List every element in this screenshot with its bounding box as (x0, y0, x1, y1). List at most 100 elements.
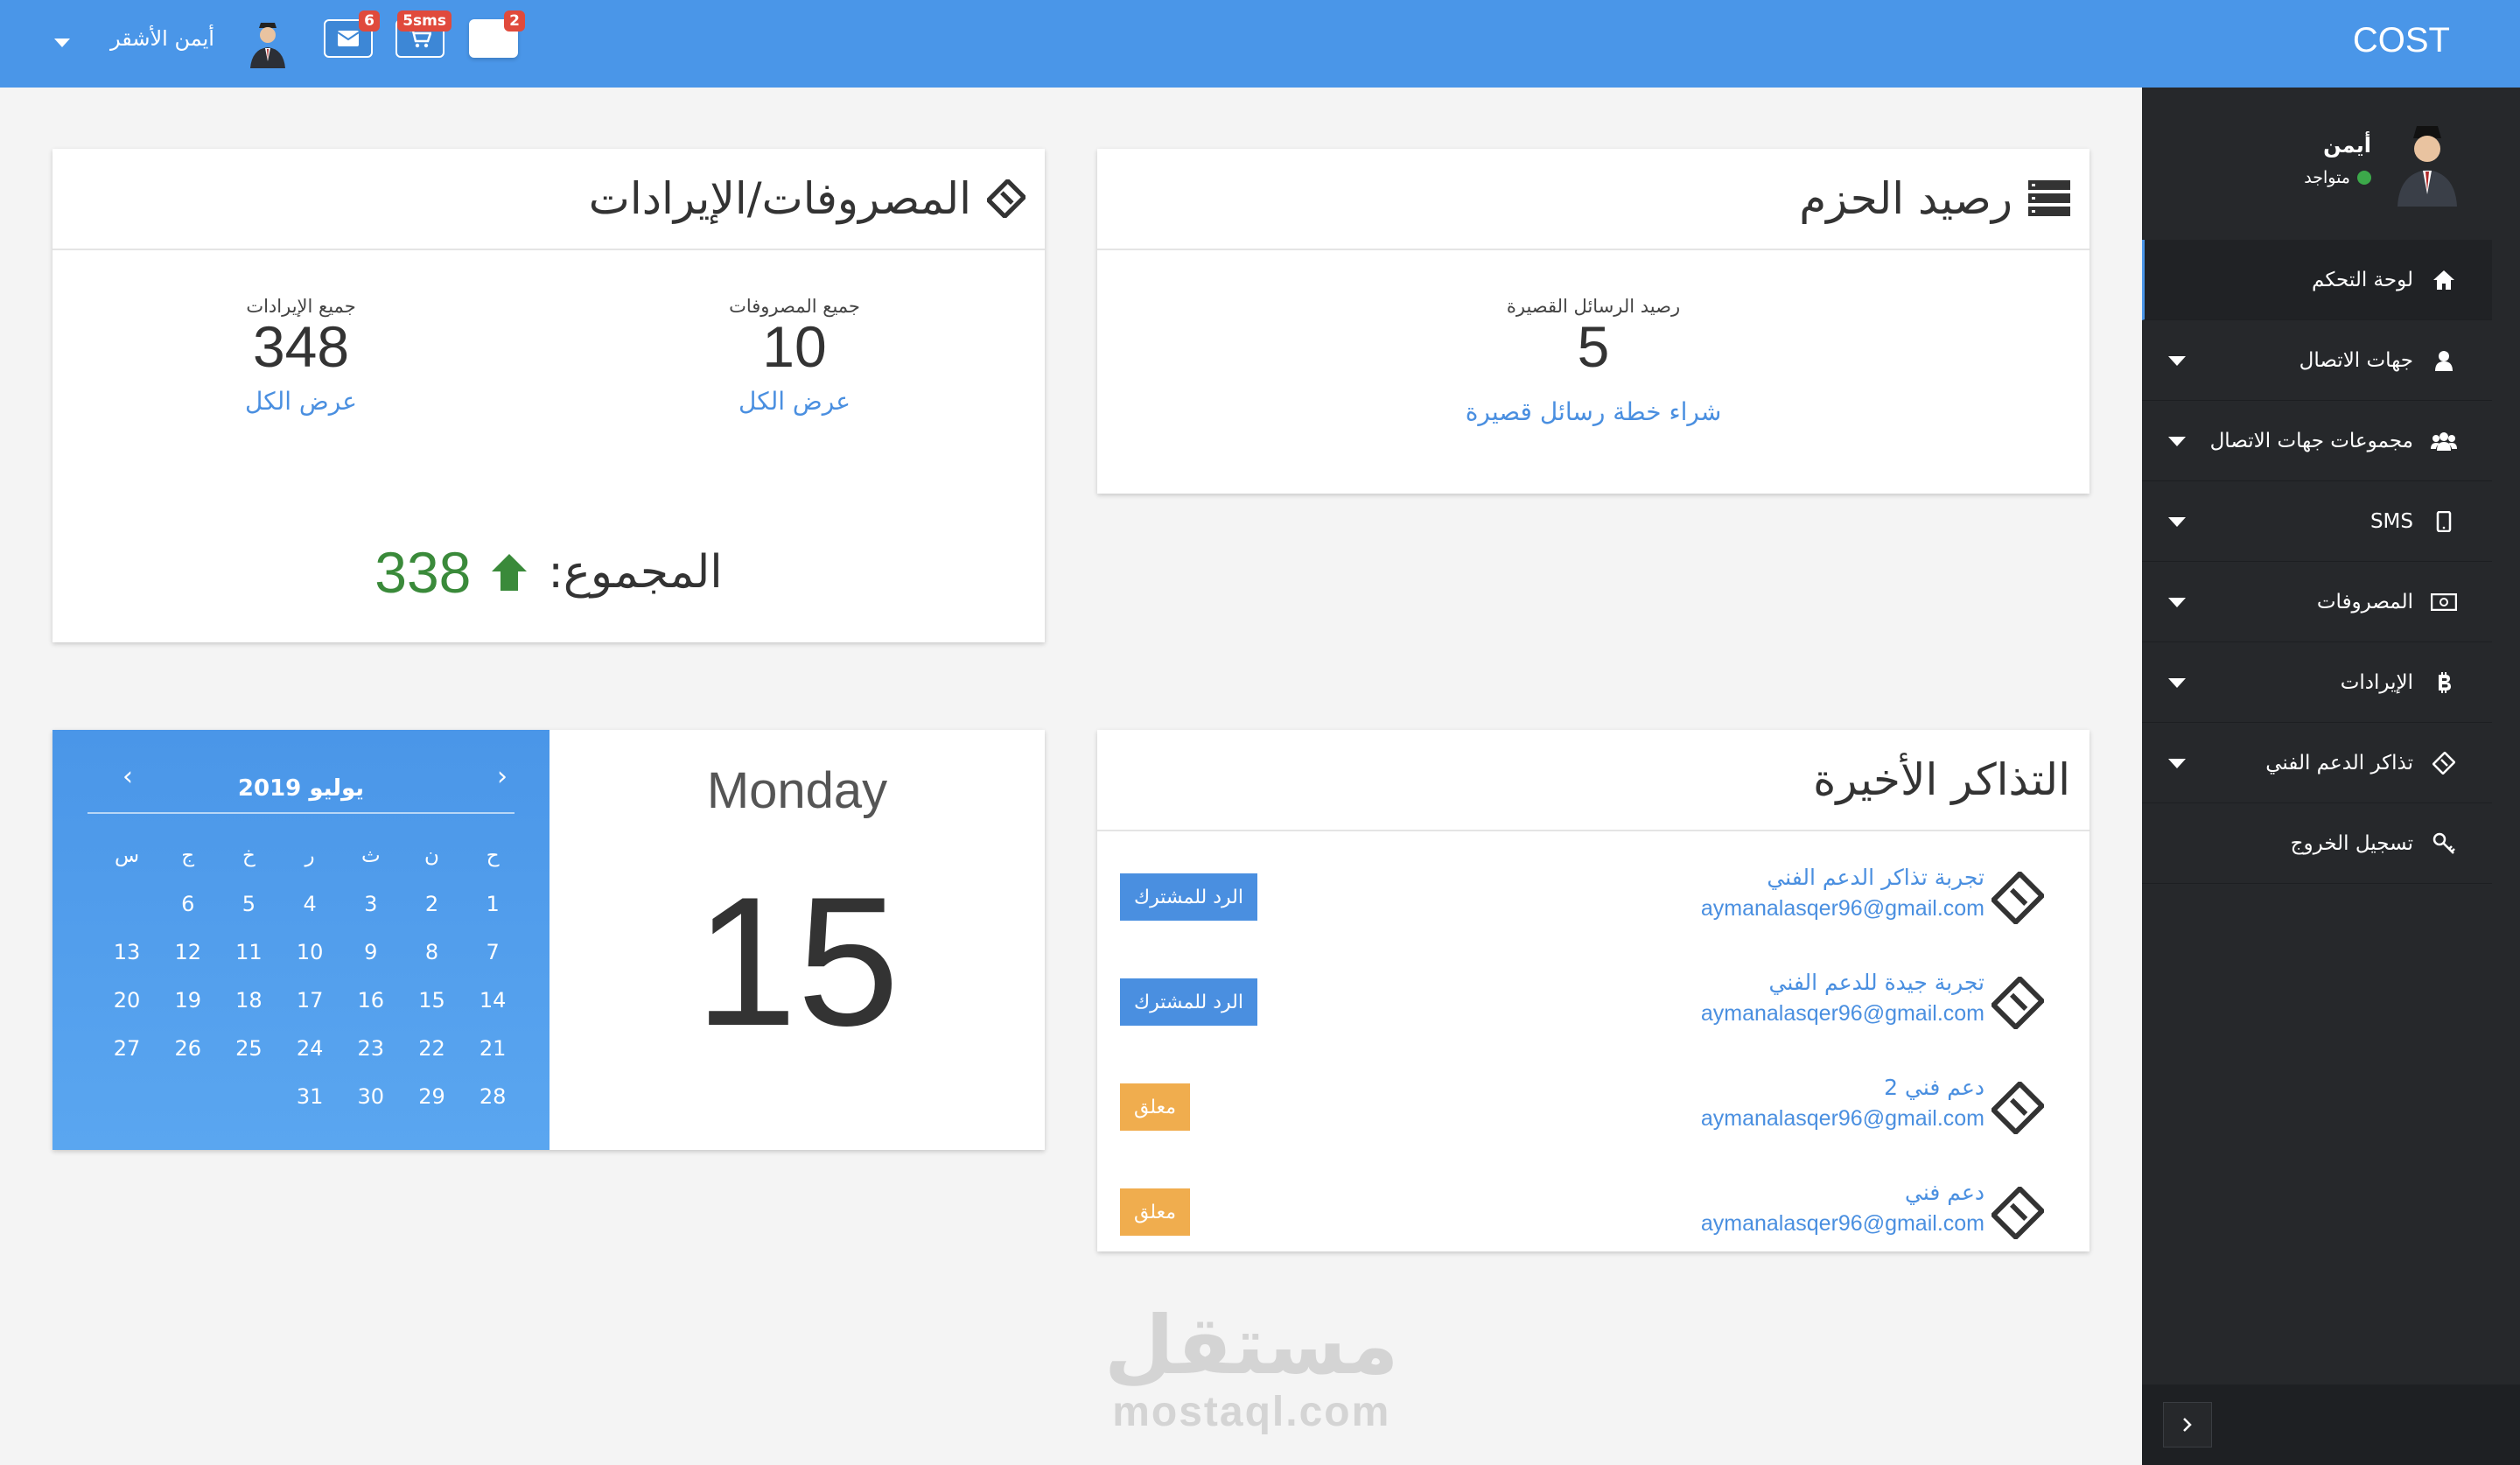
total-value: 338 (374, 540, 472, 605)
calendar-next-month-icon[interactable]: › (497, 761, 508, 792)
profile-avatar (2390, 119, 2464, 207)
top-header: COST أيمن الأشقر 6 5sms 2 (0, 0, 2520, 88)
user-avatar[interactable] (247, 19, 289, 68)
calendar-day[interactable]: 20 (96, 988, 158, 1013)
calendar-day[interactable]: 7 (462, 940, 523, 964)
buy-sms-plan-link[interactable]: شراء خطة رسائل قصيرة (1097, 397, 2090, 426)
card-divider (52, 249, 1045, 250)
ticket-row[interactable]: تجربة تذاكر الدعم الفني aymanalasqer96@g… (1097, 854, 2090, 959)
sidebar-item-income[interactable]: الإيرادات (2142, 642, 2492, 723)
calendar-day[interactable]: 21 (462, 1036, 523, 1061)
calendar-day[interactable]: 19 (158, 988, 219, 1013)
calendar-weekday: ج (181, 844, 195, 867)
calendar-day[interactable]: 9 (340, 940, 402, 964)
calendar-day[interactable]: 31 (279, 1084, 340, 1109)
calendar-day[interactable]: 1 (462, 892, 523, 916)
ticket-status-button[interactable]: الرد للمشترك (1120, 873, 1257, 921)
net-total: المجموع: 338 (52, 539, 1045, 606)
credit-card-button[interactable]: 2 (469, 11, 525, 58)
sidebar-item-sms[interactable]: SMS (2142, 481, 2492, 562)
calendar-day[interactable]: 17 (279, 988, 340, 1013)
ticket-title-link[interactable]: تجربة جيدة للدعم الفني (1769, 970, 1984, 995)
calendar-weekday: ح (486, 844, 500, 867)
income-view-all-link[interactable]: عرض الكل (170, 387, 432, 416)
calendar-day[interactable]: 4 (279, 892, 340, 916)
ticket-title-link[interactable]: تجربة تذاكر الدعم الفني (1767, 865, 1984, 890)
sidebar-item-contacts[interactable]: جهات الاتصال (2142, 320, 2492, 401)
calendar-day[interactable]: 28 (462, 1084, 523, 1109)
ticket-title-link[interactable]: دعم فني (1905, 1180, 1984, 1205)
calendar-day[interactable]: 12 (158, 940, 219, 964)
tablet-icon (2431, 508, 2457, 535)
ticket-status-button[interactable]: معلق (1120, 1188, 1191, 1236)
calendar-day[interactable]: 18 (219, 988, 280, 1013)
chevron-down-icon (2168, 759, 2186, 768)
calendar-week-row: 21 22 23 24 25 26 27 (79, 1024, 523, 1072)
sidebar-item-label: مجموعات جهات الاتصال (2209, 429, 2413, 452)
sidebar-item-logout[interactable]: تسجيل الخروج (2142, 803, 2492, 884)
calendar-day[interactable]: 27 (96, 1036, 158, 1061)
sidebar-item-label: تذاكر الدعم الفني (2265, 751, 2413, 775)
sidebar-item-support-tickets[interactable]: تذاكر الدعم الفني (2142, 723, 2492, 803)
calendar-day[interactable]: 23 (340, 1036, 402, 1061)
ticket-icon (1992, 872, 2044, 924)
cart-button[interactable]: 5sms (396, 11, 452, 58)
calendar-day[interactable]: 24 (279, 1036, 340, 1061)
sidebar: أيمن متواجد لوحة التحكم جهات الاتصال مجم… (2142, 88, 2520, 1465)
sidebar-item-label: SMS (2370, 509, 2413, 533)
calendar-day[interactable]: 3 (340, 892, 402, 916)
ticket-row[interactable]: تجربة جيدة للدعم الفني aymanalasqer96@gm… (1097, 959, 2090, 1064)
calendar-day[interactable]: 30 (340, 1084, 402, 1109)
brand-logo[interactable]: COST (2353, 21, 2450, 60)
ticket-email: aymanalasqer96@gmail.com (1700, 896, 1984, 921)
calendar-day[interactable]: 16 (340, 988, 402, 1013)
expenses-income-title: المصروفات/الإيرادات (589, 173, 1026, 224)
expenses-view-all-link[interactable]: عرض الكل (663, 387, 926, 416)
bitcoin-icon (2431, 669, 2457, 696)
sidebar-item-label: المصروفات (2316, 590, 2413, 613)
ticket-status-button[interactable]: معلق (1120, 1083, 1191, 1131)
ticket-icon (2431, 750, 2457, 776)
watermark-arabic: مستقل (1104, 1299, 1399, 1392)
calendar-day[interactable]: 11 (219, 940, 280, 964)
latest-tickets-title: التذاكر الأخيرة (1813, 754, 2070, 805)
chevron-right-icon (2183, 1418, 2192, 1432)
ticket-status-button[interactable]: الرد للمشترك (1120, 978, 1257, 1026)
ticket-email: aymanalasqer96@gmail.com (1700, 1211, 1984, 1236)
today-panel: Monday 15 (550, 730, 1045, 1150)
latest-tickets-card: التذاكر الأخيرة تجربة تذاكر الدعم الفني … (1097, 730, 2090, 1251)
calendar-month-label: يوليو 2019 (88, 765, 514, 814)
income-stat: جميع الإيرادات 348 عرض الكل (170, 296, 432, 416)
package-balance-card: رصيد الحزم رصيد الرسائل القصيرة 5 شراء خ… (1097, 149, 2090, 494)
calendar-day[interactable]: 25 (219, 1036, 280, 1061)
calendar-weekday: س (114, 844, 140, 867)
calendar-day[interactable]: 29 (402, 1084, 463, 1109)
calendar-day[interactable]: 22 (402, 1036, 463, 1061)
calendar-widget: يوليو 2019 ‹ › ح ن ث ر خ ج س 1 2 3 4 5 6… (52, 730, 550, 1150)
calendar-prev-month-icon[interactable]: ‹ (122, 761, 133, 792)
server-stack-icon (2028, 180, 2070, 216)
users-icon (2431, 428, 2457, 454)
calendar-day[interactable]: 10 (279, 940, 340, 964)
sidebar-collapse-button[interactable] (2163, 1402, 2212, 1447)
ticket-title-link[interactable]: دعم فني 2 (1884, 1075, 1984, 1100)
user-menu-caret-icon[interactable] (54, 39, 70, 47)
calendar-week-row: 28 29 30 31 (79, 1072, 523, 1120)
user-menu-name[interactable]: أيمن الأشقر (110, 26, 214, 51)
calendar-day[interactable]: 2 (402, 892, 463, 916)
calendar-day[interactable]: 15 (402, 988, 463, 1013)
calendar-day[interactable]: 13 (96, 940, 158, 964)
calendar-day[interactable]: 8 (402, 940, 463, 964)
sidebar-item-dashboard[interactable]: لوحة التحكم (2142, 240, 2492, 320)
sidebar-item-expenses[interactable]: المصروفات (2142, 562, 2492, 642)
calendar-day[interactable]: 14 (462, 988, 523, 1013)
ticket-row[interactable]: دعم فني aymanalasqer96@gmail.com معلق (1097, 1169, 2090, 1274)
sidebar-item-contact-groups[interactable]: مجموعات جهات الاتصال (2142, 401, 2492, 481)
calendar-day[interactable]: 5 (219, 892, 280, 916)
messages-button[interactable]: 6 (324, 11, 380, 58)
calendar-day[interactable]: 26 (158, 1036, 219, 1061)
sms-balance-stat: رصيد الرسائل القصيرة 5 (1462, 296, 1725, 376)
arrow-up-icon (492, 554, 528, 591)
ticket-row[interactable]: دعم فني 2 aymanalasqer96@gmail.com معلق (1097, 1064, 2090, 1169)
calendar-day[interactable]: 6 (158, 892, 219, 916)
